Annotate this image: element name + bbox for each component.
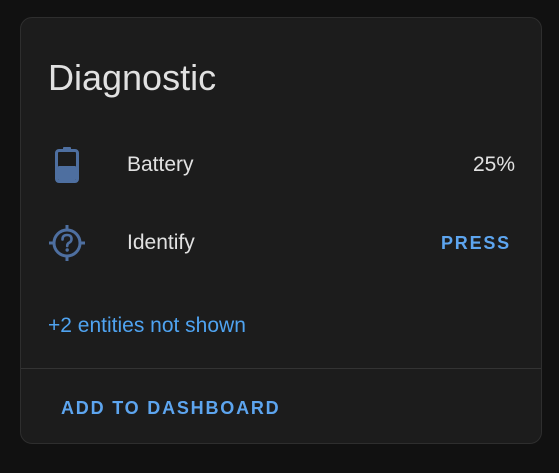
press-button[interactable]: PRESS bbox=[429, 227, 523, 259]
entity-row-identify[interactable]: Identify PRESS bbox=[21, 223, 541, 263]
card-divider bbox=[21, 368, 541, 369]
battery-icon bbox=[47, 145, 87, 185]
entities-not-shown-link[interactable]: +2 entities not shown bbox=[48, 313, 246, 339]
entity-label-identify: Identify bbox=[127, 231, 195, 254]
add-to-dashboard-button[interactable]: ADD TO DASHBOARD bbox=[49, 390, 292, 426]
entity-row-battery[interactable]: Battery 25% bbox=[21, 145, 541, 185]
entity-label-battery: Battery bbox=[127, 153, 194, 176]
battery-value: 25% bbox=[472, 153, 515, 176]
card-title: Diagnostic bbox=[48, 57, 217, 98]
identify-icon bbox=[47, 223, 87, 263]
diagnostic-card: Diagnostic Battery 25% Identify PRESS +2… bbox=[20, 17, 542, 444]
